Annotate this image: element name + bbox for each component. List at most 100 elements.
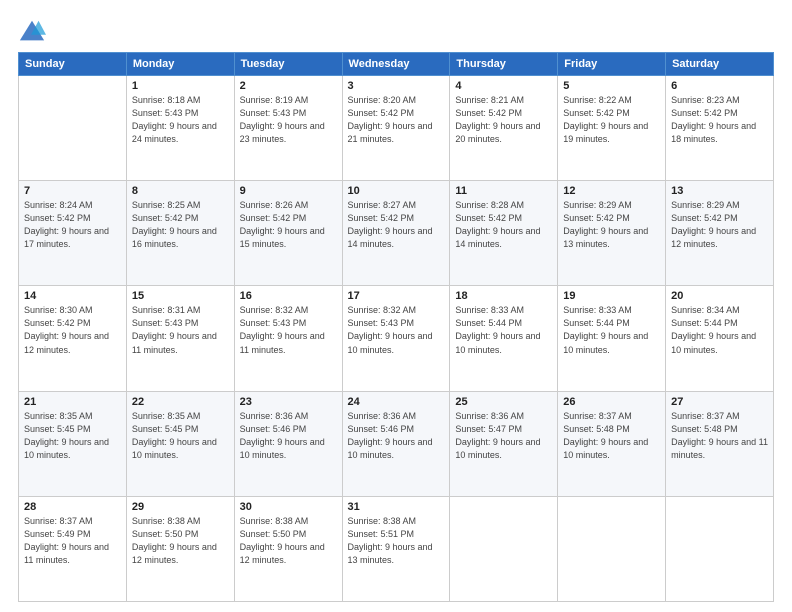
day-number: 30 <box>240 501 337 513</box>
weekday-header: Friday <box>558 53 666 76</box>
logo <box>18 18 50 46</box>
day-info: Sunrise: 8:37 AMSunset: 5:48 PMDaylight:… <box>563 410 660 462</box>
calendar-cell: 8 Sunrise: 8:25 AMSunset: 5:42 PMDayligh… <box>126 181 234 286</box>
calendar-week-row: 28 Sunrise: 8:37 AMSunset: 5:49 PMDaylig… <box>19 496 774 601</box>
calendar-cell: 13 Sunrise: 8:29 AMSunset: 5:42 PMDaylig… <box>666 181 774 286</box>
day-info: Sunrise: 8:38 AMSunset: 5:51 PMDaylight:… <box>348 515 445 567</box>
calendar-cell: 15 Sunrise: 8:31 AMSunset: 5:43 PMDaylig… <box>126 286 234 391</box>
day-number: 11 <box>455 185 552 197</box>
calendar-cell: 4 Sunrise: 8:21 AMSunset: 5:42 PMDayligh… <box>450 76 558 181</box>
calendar-cell: 9 Sunrise: 8:26 AMSunset: 5:42 PMDayligh… <box>234 181 342 286</box>
day-info: Sunrise: 8:36 AMSunset: 5:46 PMDaylight:… <box>240 410 337 462</box>
day-number: 24 <box>348 396 445 408</box>
day-info: Sunrise: 8:19 AMSunset: 5:43 PMDaylight:… <box>240 94 337 146</box>
day-number: 18 <box>455 290 552 302</box>
day-number: 23 <box>240 396 337 408</box>
day-number: 4 <box>455 80 552 92</box>
day-info: Sunrise: 8:23 AMSunset: 5:42 PMDaylight:… <box>671 94 768 146</box>
calendar-cell: 25 Sunrise: 8:36 AMSunset: 5:47 PMDaylig… <box>450 391 558 496</box>
calendar-cell: 31 Sunrise: 8:38 AMSunset: 5:51 PMDaylig… <box>342 496 450 601</box>
day-info: Sunrise: 8:18 AMSunset: 5:43 PMDaylight:… <box>132 94 229 146</box>
day-number: 12 <box>563 185 660 197</box>
day-number: 13 <box>671 185 768 197</box>
day-number: 26 <box>563 396 660 408</box>
calendar-cell <box>666 496 774 601</box>
day-info: Sunrise: 8:30 AMSunset: 5:42 PMDaylight:… <box>24 304 121 356</box>
day-info: Sunrise: 8:21 AMSunset: 5:42 PMDaylight:… <box>455 94 552 146</box>
day-number: 25 <box>455 396 552 408</box>
calendar-cell: 22 Sunrise: 8:35 AMSunset: 5:45 PMDaylig… <box>126 391 234 496</box>
day-info: Sunrise: 8:34 AMSunset: 5:44 PMDaylight:… <box>671 304 768 356</box>
calendar-week-row: 21 Sunrise: 8:35 AMSunset: 5:45 PMDaylig… <box>19 391 774 496</box>
logo-icon <box>18 18 46 46</box>
calendar-cell <box>19 76 127 181</box>
calendar-cell: 16 Sunrise: 8:32 AMSunset: 5:43 PMDaylig… <box>234 286 342 391</box>
day-info: Sunrise: 8:33 AMSunset: 5:44 PMDaylight:… <box>455 304 552 356</box>
weekday-header: Monday <box>126 53 234 76</box>
calendar-cell: 18 Sunrise: 8:33 AMSunset: 5:44 PMDaylig… <box>450 286 558 391</box>
calendar-cell: 19 Sunrise: 8:33 AMSunset: 5:44 PMDaylig… <box>558 286 666 391</box>
calendar-cell: 26 Sunrise: 8:37 AMSunset: 5:48 PMDaylig… <box>558 391 666 496</box>
day-info: Sunrise: 8:28 AMSunset: 5:42 PMDaylight:… <box>455 199 552 251</box>
day-number: 8 <box>132 185 229 197</box>
day-number: 28 <box>24 501 121 513</box>
calendar: SundayMondayTuesdayWednesdayThursdayFrid… <box>18 52 774 602</box>
day-info: Sunrise: 8:38 AMSunset: 5:50 PMDaylight:… <box>240 515 337 567</box>
day-number: 29 <box>132 501 229 513</box>
weekday-header: Saturday <box>666 53 774 76</box>
calendar-cell: 24 Sunrise: 8:36 AMSunset: 5:46 PMDaylig… <box>342 391 450 496</box>
calendar-cell: 3 Sunrise: 8:20 AMSunset: 5:42 PMDayligh… <box>342 76 450 181</box>
calendar-cell: 29 Sunrise: 8:38 AMSunset: 5:50 PMDaylig… <box>126 496 234 601</box>
day-number: 7 <box>24 185 121 197</box>
day-number: 31 <box>348 501 445 513</box>
day-info: Sunrise: 8:32 AMSunset: 5:43 PMDaylight:… <box>348 304 445 356</box>
day-info: Sunrise: 8:20 AMSunset: 5:42 PMDaylight:… <box>348 94 445 146</box>
day-number: 2 <box>240 80 337 92</box>
day-number: 27 <box>671 396 768 408</box>
calendar-week-row: 7 Sunrise: 8:24 AMSunset: 5:42 PMDayligh… <box>19 181 774 286</box>
calendar-cell: 1 Sunrise: 8:18 AMSunset: 5:43 PMDayligh… <box>126 76 234 181</box>
day-info: Sunrise: 8:37 AMSunset: 5:48 PMDaylight:… <box>671 410 768 462</box>
day-info: Sunrise: 8:38 AMSunset: 5:50 PMDaylight:… <box>132 515 229 567</box>
calendar-cell: 17 Sunrise: 8:32 AMSunset: 5:43 PMDaylig… <box>342 286 450 391</box>
day-number: 15 <box>132 290 229 302</box>
day-number: 5 <box>563 80 660 92</box>
day-number: 9 <box>240 185 337 197</box>
day-info: Sunrise: 8:32 AMSunset: 5:43 PMDaylight:… <box>240 304 337 356</box>
weekday-header: Sunday <box>19 53 127 76</box>
day-number: 16 <box>240 290 337 302</box>
calendar-body: 1 Sunrise: 8:18 AMSunset: 5:43 PMDayligh… <box>19 76 774 602</box>
calendar-cell: 5 Sunrise: 8:22 AMSunset: 5:42 PMDayligh… <box>558 76 666 181</box>
calendar-cell: 30 Sunrise: 8:38 AMSunset: 5:50 PMDaylig… <box>234 496 342 601</box>
day-number: 17 <box>348 290 445 302</box>
calendar-cell: 21 Sunrise: 8:35 AMSunset: 5:45 PMDaylig… <box>19 391 127 496</box>
day-info: Sunrise: 8:24 AMSunset: 5:42 PMDaylight:… <box>24 199 121 251</box>
calendar-week-row: 14 Sunrise: 8:30 AMSunset: 5:42 PMDaylig… <box>19 286 774 391</box>
calendar-cell: 27 Sunrise: 8:37 AMSunset: 5:48 PMDaylig… <box>666 391 774 496</box>
calendar-header: SundayMondayTuesdayWednesdayThursdayFrid… <box>19 53 774 76</box>
day-info: Sunrise: 8:36 AMSunset: 5:46 PMDaylight:… <box>348 410 445 462</box>
day-info: Sunrise: 8:35 AMSunset: 5:45 PMDaylight:… <box>132 410 229 462</box>
calendar-cell: 14 Sunrise: 8:30 AMSunset: 5:42 PMDaylig… <box>19 286 127 391</box>
calendar-cell: 11 Sunrise: 8:28 AMSunset: 5:42 PMDaylig… <box>450 181 558 286</box>
day-info: Sunrise: 8:31 AMSunset: 5:43 PMDaylight:… <box>132 304 229 356</box>
calendar-cell: 10 Sunrise: 8:27 AMSunset: 5:42 PMDaylig… <box>342 181 450 286</box>
day-info: Sunrise: 8:35 AMSunset: 5:45 PMDaylight:… <box>24 410 121 462</box>
day-info: Sunrise: 8:22 AMSunset: 5:42 PMDaylight:… <box>563 94 660 146</box>
calendar-cell: 12 Sunrise: 8:29 AMSunset: 5:42 PMDaylig… <box>558 181 666 286</box>
calendar-cell: 20 Sunrise: 8:34 AMSunset: 5:44 PMDaylig… <box>666 286 774 391</box>
day-info: Sunrise: 8:26 AMSunset: 5:42 PMDaylight:… <box>240 199 337 251</box>
page: SundayMondayTuesdayWednesdayThursdayFrid… <box>0 0 792 612</box>
weekday-row: SundayMondayTuesdayWednesdayThursdayFrid… <box>19 53 774 76</box>
day-info: Sunrise: 8:29 AMSunset: 5:42 PMDaylight:… <box>671 199 768 251</box>
day-number: 19 <box>563 290 660 302</box>
day-number: 22 <box>132 396 229 408</box>
calendar-cell: 2 Sunrise: 8:19 AMSunset: 5:43 PMDayligh… <box>234 76 342 181</box>
day-info: Sunrise: 8:33 AMSunset: 5:44 PMDaylight:… <box>563 304 660 356</box>
calendar-cell <box>450 496 558 601</box>
calendar-cell: 6 Sunrise: 8:23 AMSunset: 5:42 PMDayligh… <box>666 76 774 181</box>
header <box>18 18 774 46</box>
calendar-week-row: 1 Sunrise: 8:18 AMSunset: 5:43 PMDayligh… <box>19 76 774 181</box>
calendar-cell: 23 Sunrise: 8:36 AMSunset: 5:46 PMDaylig… <box>234 391 342 496</box>
day-number: 20 <box>671 290 768 302</box>
